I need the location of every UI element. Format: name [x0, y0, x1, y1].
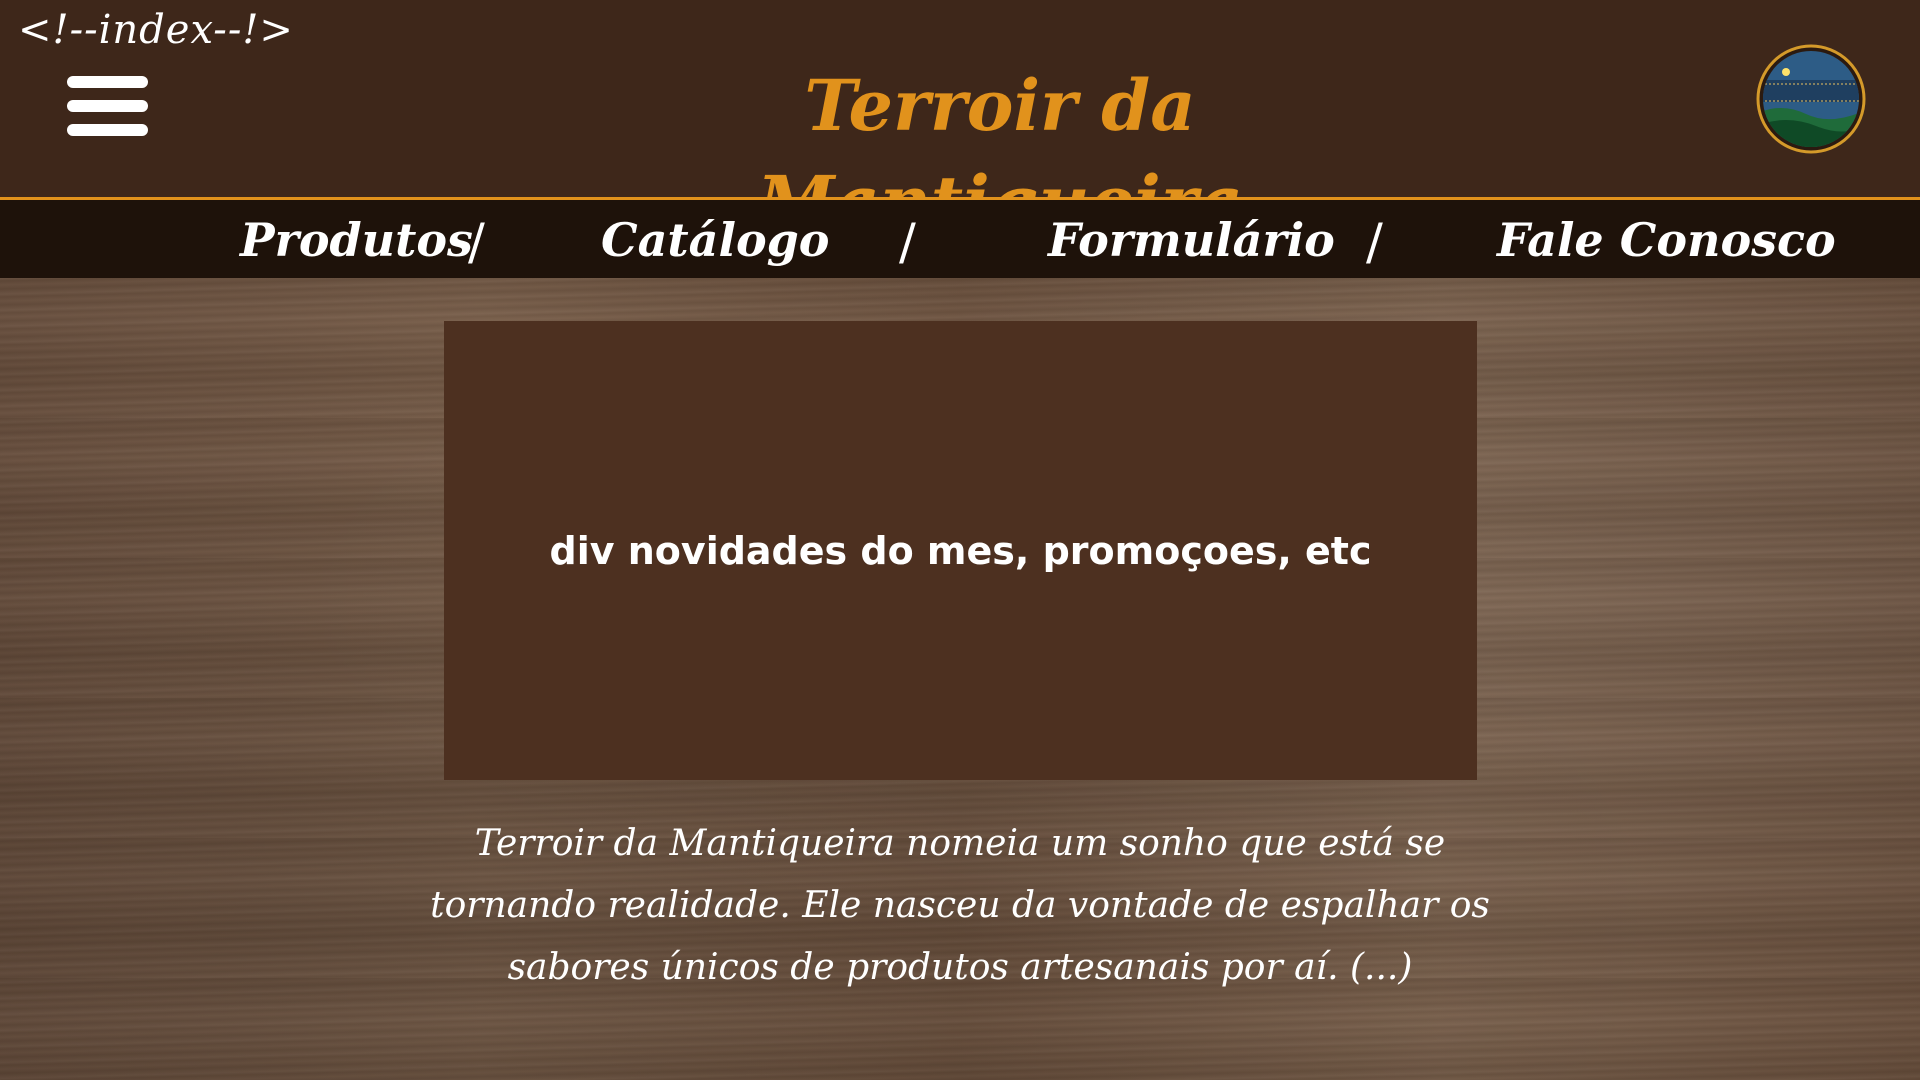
- nav-item-formulario[interactable]: Formulário: [1048, 210, 1335, 270]
- intro-paragraph: Terroir da Mantiqueira nomeia um sonho q…: [430, 823, 1490, 988]
- hamburger-menu-icon[interactable]: [67, 76, 148, 136]
- nav-separator: /: [468, 213, 485, 271]
- dev-comment-text: <!--index--!>: [18, 7, 294, 53]
- nav-item-produtos[interactable]: Produtos: [240, 210, 473, 270]
- site-header: <!--index--!> Terroir da Mantiqueira: [0, 0, 1920, 243]
- nav-separator: /: [899, 213, 916, 271]
- nav-item-catalogo[interactable]: Catálogo: [601, 210, 829, 270]
- terroir-logo-icon[interactable]: [1756, 44, 1866, 154]
- hamburger-line: [67, 124, 148, 136]
- main-navigation: Produtos / Catálogo / Formulário / Fale …: [0, 200, 1920, 278]
- hamburger-line: [67, 76, 148, 88]
- promo-box: div novidades do mes, promoçoes, etc: [444, 321, 1477, 780]
- nav-separator: /: [1366, 213, 1383, 271]
- hamburger-line: [67, 100, 148, 112]
- nav-item-fale-conosco[interactable]: Fale Conosco: [1497, 210, 1836, 270]
- promo-text: div novidades do mes, promoçoes, etc: [549, 528, 1372, 573]
